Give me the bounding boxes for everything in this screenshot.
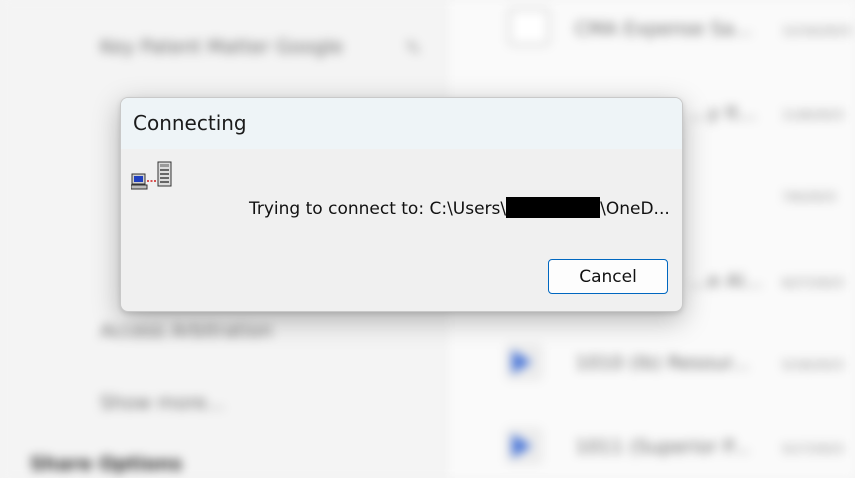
background-file-date: 6/27/2023 <box>782 276 844 290</box>
screen: Key Patent Matter Google ✎ Access Arbitr… <box>0 0 855 478</box>
background-item: Show more... <box>100 392 225 414</box>
background-file-date: 11/8/2023 <box>782 108 844 122</box>
message-text: Trying to connect to: C:\Users\ <box>249 199 507 219</box>
background-file-date: 7/6/2023 <box>782 190 836 204</box>
connection-message: Trying to connect to: C:\Users\ \OneD... <box>249 197 670 219</box>
background-file-name: ...y It... <box>690 102 757 124</box>
dialog-title-bar[interactable]: Connecting <box>121 98 682 149</box>
pencil-icon: ✎ <box>405 36 422 60</box>
video-file-icon <box>505 343 543 381</box>
network-connect-icon <box>131 161 172 190</box>
dialog-title: Connecting <box>133 111 247 135</box>
redacted-username <box>506 197 601 218</box>
message-path-suffix: \OneD... <box>600 199 670 219</box>
background-file-date: 5/18/2023 <box>782 358 844 372</box>
video-file-icon <box>505 427 543 465</box>
background-file-name: 1010 (lb) Resour... <box>575 352 750 374</box>
background-file-name: CMA Expense Sa... <box>575 18 753 40</box>
background-item: Key Patent Matter Google <box>100 36 343 58</box>
connecting-dialog: Connecting Trying to connect to: C:\User… <box>120 97 683 312</box>
background-file-name: 1011 (Superior P... <box>575 436 750 458</box>
background-file-date: 5/17/2023 <box>782 442 844 456</box>
background-heading: Share Options <box>30 453 183 475</box>
background-file-name: ...e Al... <box>690 270 763 292</box>
file-icon <box>508 8 550 46</box>
background-file-date: 12/16/2023 <box>782 24 852 38</box>
cancel-button[interactable]: Cancel <box>548 259 668 294</box>
background-item: Access Arbitration <box>100 320 273 342</box>
